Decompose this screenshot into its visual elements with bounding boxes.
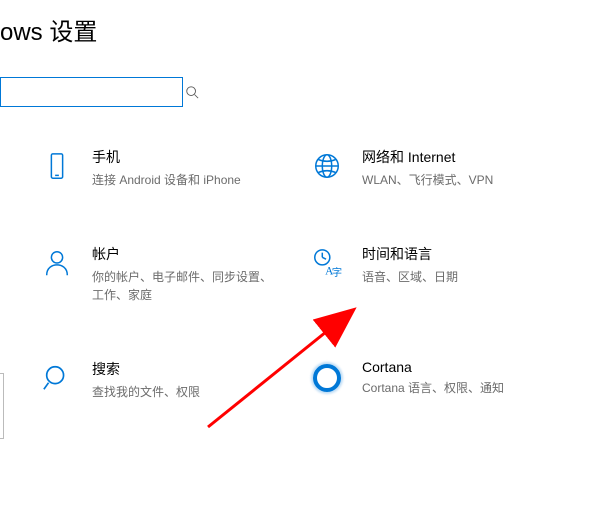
magnifier-icon — [40, 361, 74, 395]
setting-title: 时间和语言 — [362, 244, 458, 264]
setting-title: 手机 — [92, 147, 241, 167]
setting-desc: 查找我的文件、权限 — [92, 383, 200, 401]
setting-title: 网络和 Internet — [362, 147, 493, 167]
search-box[interactable] — [0, 77, 183, 107]
setting-text: 时间和语言 语音、区域、日期 — [362, 244, 458, 286]
page-title: ows 设置 — [0, 0, 613, 47]
setting-item-time-language[interactable]: A 字 时间和语言 语音、区域、日期 — [310, 244, 580, 304]
search-input[interactable] — [9, 85, 185, 100]
setting-text: 手机 连接 Android 设备和 iPhone — [92, 147, 241, 189]
setting-title: Cortana — [362, 359, 504, 375]
setting-desc: Cortana 语言、权限、通知 — [362, 379, 504, 397]
person-icon — [40, 246, 74, 280]
setting-desc: WLAN、飞行模式、VPN — [362, 171, 493, 189]
setting-item-cortana[interactable]: Cortana Cortana 语言、权限、通知 — [310, 359, 580, 401]
time-language-icon: A 字 — [310, 246, 344, 280]
setting-item-search[interactable]: 搜索 查找我的文件、权限 — [40, 359, 310, 401]
setting-desc: 连接 Android 设备和 iPhone — [92, 171, 241, 189]
svg-text:字: 字 — [332, 266, 342, 279]
sidebar-fragment — [0, 373, 4, 439]
cortana-icon — [310, 361, 344, 395]
setting-title: 帐户 — [92, 244, 272, 264]
setting-text: 网络和 Internet WLAN、飞行模式、VPN — [362, 147, 493, 189]
setting-title: 搜索 — [92, 359, 200, 379]
setting-desc: 你的帐户、电子邮件、同步设置、工作、家庭 — [92, 268, 272, 304]
setting-item-network[interactable]: 网络和 Internet WLAN、飞行模式、VPN — [310, 147, 580, 189]
phone-icon — [40, 149, 74, 183]
globe-icon — [310, 149, 344, 183]
setting-item-phone[interactable]: 手机 连接 Android 设备和 iPhone — [40, 147, 310, 189]
setting-text: Cortana Cortana 语言、权限、通知 — [362, 359, 504, 397]
search-icon — [185, 85, 199, 99]
setting-text: 帐户 你的帐户、电子邮件、同步设置、工作、家庭 — [92, 244, 272, 304]
setting-text: 搜索 查找我的文件、权限 — [92, 359, 200, 401]
search-container — [0, 77, 613, 107]
setting-desc: 语音、区域、日期 — [362, 268, 458, 286]
setting-item-accounts[interactable]: 帐户 你的帐户、电子邮件、同步设置、工作、家庭 — [40, 244, 310, 304]
settings-grid: 手机 连接 Android 设备和 iPhone 网络和 Internet WL… — [40, 147, 613, 401]
